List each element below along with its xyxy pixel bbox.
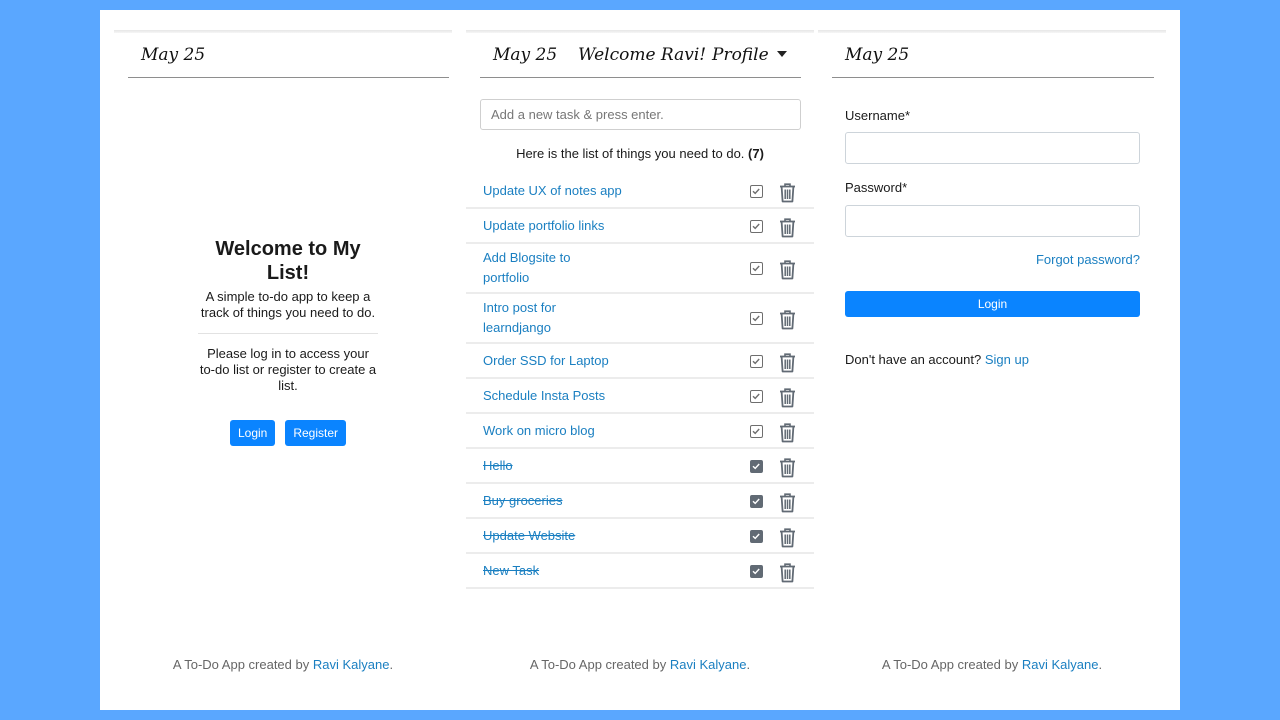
task-text[interactable]: New Task: [483, 561, 713, 581]
task-text[interactable]: Update portfolio links: [483, 216, 713, 236]
password-field[interactable]: [845, 205, 1140, 237]
task-text[interactable]: Work on micro blog: [483, 421, 713, 441]
auth-buttons: Login Register: [198, 420, 378, 446]
signup-line: Don't have an account? Sign up: [845, 352, 1029, 367]
task-text[interactable]: Update Website: [483, 526, 713, 546]
header-date: May 25: [141, 45, 206, 65]
login-panel: May 25 Username* Password* Forgot passwo…: [818, 30, 1166, 705]
header-date: May 25: [493, 45, 558, 65]
login-button[interactable]: Login: [229, 420, 276, 446]
new-task-input[interactable]: [480, 99, 801, 130]
trash-icon[interactable]: [779, 309, 796, 330]
trash-icon[interactable]: [779, 352, 796, 373]
welcome-card: Welcome to My List! A simple to-do app t…: [198, 237, 378, 446]
task-text[interactable]: Intro post for learndjango: [483, 298, 613, 338]
task-text[interactable]: Update UX of notes app: [483, 181, 713, 201]
header-bar: May 25: [832, 34, 1154, 78]
trash-icon[interactable]: [779, 527, 796, 548]
header-welcome: Welcome Ravi!: [578, 45, 707, 65]
welcome-divider: [198, 333, 378, 334]
footer-suffix: .: [1098, 657, 1103, 672]
task-count-value: (7): [748, 146, 764, 161]
task-complete-checkbox[interactable]: [750, 530, 763, 543]
header-bar: May 25 Welcome Ravi! Profile: [480, 34, 801, 78]
trash-icon[interactable]: [779, 217, 796, 238]
task-count-text: Here is the list of things you need to d…: [516, 146, 745, 161]
task-row: Update portfolio links: [466, 209, 814, 244]
trash-icon[interactable]: [779, 259, 796, 280]
header-date: May 25: [845, 45, 910, 65]
task-row: Schedule Insta Posts: [466, 379, 814, 414]
top-divider: [818, 30, 1166, 33]
footer: A To-Do App created by Ravi Kalyane.: [114, 657, 452, 672]
welcome-panel: May 25 Welcome to My List! A simple to-d…: [114, 30, 452, 705]
top-divider: [114, 30, 452, 33]
trash-icon[interactable]: [779, 422, 796, 443]
task-complete-checkbox[interactable]: [750, 312, 763, 325]
task-complete-checkbox[interactable]: [750, 262, 763, 275]
register-button[interactable]: Register: [285, 420, 347, 446]
task-text[interactable]: Add Blogsite to portfolio: [483, 248, 613, 288]
profile-label: Profile: [712, 45, 769, 65]
trash-icon[interactable]: [779, 457, 796, 478]
footer-prefix: A To-Do App created by: [529, 657, 667, 672]
task-text[interactable]: Schedule Insta Posts: [483, 386, 713, 406]
canvas: May 25 Welcome to My List! A simple to-d…: [100, 10, 1180, 710]
tasks-panel: May 25 Welcome Ravi! Profile Here is the…: [466, 30, 814, 705]
task-complete-checkbox[interactable]: [750, 220, 763, 233]
signup-link[interactable]: Sign up: [985, 352, 1029, 367]
footer-author-link[interactable]: Ravi Kalyane: [1022, 657, 1099, 672]
forgot-password-link[interactable]: Forgot password?: [1036, 252, 1140, 267]
task-complete-checkbox[interactable]: [750, 185, 763, 198]
trash-icon[interactable]: [779, 387, 796, 408]
footer-suffix: .: [389, 657, 394, 672]
footer-suffix: .: [746, 657, 751, 672]
footer-author-link[interactable]: Ravi Kalyane: [670, 657, 747, 672]
top-divider: [466, 30, 814, 33]
task-row: Update UX of notes app: [466, 174, 814, 209]
welcome-heading: Welcome to My List!: [215, 238, 361, 284]
task-row: Buy groceries: [466, 484, 814, 519]
task-text[interactable]: Buy groceries: [483, 491, 713, 511]
task-complete-checkbox[interactable]: [750, 390, 763, 403]
footer: A To-Do App created by Ravi Kalyane.: [466, 657, 814, 672]
footer-prefix: A To-Do App created by: [881, 657, 1019, 672]
task-complete-checkbox[interactable]: [750, 495, 763, 508]
welcome-subtext: A simple to-do app to keep a track of th…: [200, 289, 376, 320]
trash-icon[interactable]: [779, 182, 796, 203]
chevron-down-icon: [776, 50, 787, 57]
username-field[interactable]: [845, 132, 1140, 164]
task-row: Hello: [466, 449, 814, 484]
task-complete-checkbox[interactable]: [750, 355, 763, 368]
task-row: Add Blogsite to portfolio: [466, 244, 814, 294]
task-complete-checkbox[interactable]: [750, 460, 763, 473]
task-text[interactable]: Hello: [483, 456, 713, 476]
trash-icon[interactable]: [779, 492, 796, 513]
task-row: New Task: [466, 554, 814, 589]
signup-prompt: Don't have an account?: [845, 352, 982, 367]
profile-dropdown[interactable]: Profile: [712, 45, 787, 65]
login-submit-button[interactable]: Login: [845, 291, 1140, 317]
task-row: Intro post for learndjango: [466, 294, 814, 344]
trash-icon[interactable]: [779, 562, 796, 583]
task-complete-checkbox[interactable]: [750, 565, 763, 578]
header-bar: May 25: [128, 34, 449, 78]
footer: A To-Do App created by Ravi Kalyane.: [818, 657, 1166, 672]
footer-prefix: A To-Do App created by: [172, 657, 310, 672]
password-label: Password*: [845, 180, 908, 195]
task-row: Order SSD for Laptop: [466, 344, 814, 379]
username-label: Username*: [845, 108, 911, 123]
task-text[interactable]: Order SSD for Laptop: [483, 351, 713, 371]
task-count-line: Here is the list of things you need to d…: [466, 146, 814, 161]
task-complete-checkbox[interactable]: [750, 425, 763, 438]
task-row: Update Website: [466, 519, 814, 554]
task-row: Work on micro blog: [466, 414, 814, 449]
task-list: Update UX of notes app Update portfolio l…: [466, 174, 814, 589]
welcome-note: Please log in to access your to-do list …: [199, 346, 377, 393]
footer-author-link[interactable]: Ravi Kalyane: [313, 657, 390, 672]
